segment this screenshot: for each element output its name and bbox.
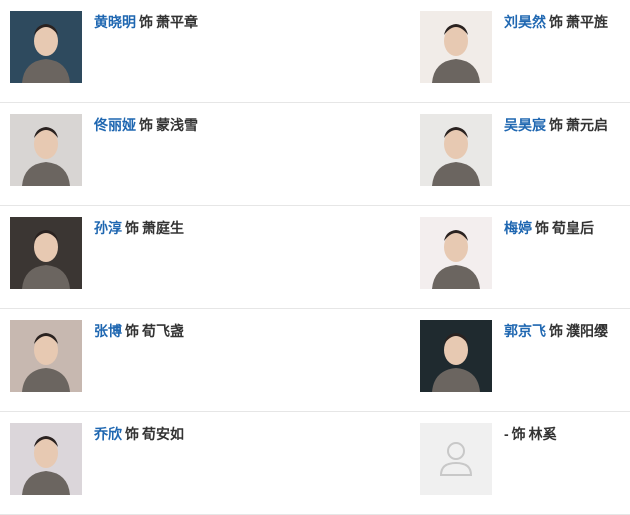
role-name: 萧庭生: [142, 220, 184, 236]
cast-row: 张博饰荀飞盏 郭京飞饰濮阳缨: [0, 309, 630, 412]
cast-card[interactable]: 张博饰荀飞盏: [10, 320, 310, 393]
as-label: 饰: [125, 323, 139, 339]
cast-row: 孙淳饰萧庭生 梅婷饰荀皇后: [0, 206, 630, 309]
person-photo-icon: [10, 217, 82, 289]
actor-photo[interactable]: [420, 217, 492, 289]
person-photo-icon: [10, 320, 82, 392]
actor-name-link[interactable]: 刘昊然: [504, 14, 546, 30]
as-label: 饰: [535, 220, 549, 236]
cast-info: 刘昊然饰萧平旌: [504, 13, 608, 31]
cast-card[interactable]: - 饰林奚: [420, 423, 625, 496]
person-photo-icon: [10, 423, 82, 495]
placeholder-avatar-icon: [420, 423, 492, 495]
actor-name-link[interactable]: 张博: [94, 323, 122, 339]
cast-row: 黄晓明饰萧平章 刘昊然饰萧平旌: [0, 0, 630, 103]
actor-photo[interactable]: [10, 320, 82, 392]
cast-card[interactable]: 乔欣饰荀安如: [10, 423, 310, 496]
cast-info: 吴昊宸饰萧元启: [504, 116, 608, 134]
actor-photo[interactable]: [420, 114, 492, 186]
role-name: 荀飞盏: [142, 323, 184, 339]
cast-card[interactable]: 孙淳饰萧庭生: [10, 217, 310, 290]
person-photo-icon: [10, 114, 82, 186]
person-photo-icon: [420, 114, 492, 186]
cast-card[interactable]: 吴昊宸饰萧元启: [420, 114, 625, 187]
actor-name-link[interactable]: 梅婷: [504, 220, 532, 236]
role-name: 濮阳缨: [566, 323, 608, 339]
role-name: 萧平章: [156, 14, 198, 30]
person-photo-icon: [420, 11, 492, 83]
as-label: 饰: [139, 14, 153, 30]
actor-name-link[interactable]: 佟丽娅: [94, 117, 136, 133]
cast-card[interactable]: 黄晓明饰萧平章: [10, 11, 310, 84]
role-name: 蒙浅雪: [156, 117, 198, 133]
cast-info: 郭京飞饰濮阳缨: [504, 322, 608, 340]
role-name: 萧平旌: [566, 14, 608, 30]
cast-row: 乔欣饰荀安如 - 饰林奚: [0, 412, 630, 515]
cast-card[interactable]: 刘昊然饰萧平旌: [420, 11, 625, 84]
as-label: 饰: [549, 323, 563, 339]
actor-name-link[interactable]: 乔欣: [94, 426, 122, 442]
role-name: 萧元启: [566, 117, 608, 133]
cast-info: - 饰林奚: [504, 425, 557, 443]
cast-info: 黄晓明饰萧平章: [94, 13, 198, 31]
person-photo-icon: [420, 217, 492, 289]
actor-photo[interactable]: [420, 11, 492, 83]
role-name: 林奚: [528, 426, 557, 442]
as-label: 饰: [511, 426, 526, 442]
cast-info: 张博饰荀飞盏: [94, 322, 184, 340]
as-label: 饰: [125, 220, 139, 236]
cast-card[interactable]: 郭京飞饰濮阳缨: [420, 320, 625, 393]
person-photo-icon: [420, 320, 492, 392]
person-photo-icon: [10, 11, 82, 83]
role-name: 荀安如: [142, 426, 184, 442]
actor-photo[interactable]: [420, 320, 492, 392]
actor-photo[interactable]: [10, 114, 82, 186]
actor-name-link[interactable]: 吴昊宸: [504, 117, 546, 133]
cast-info: 佟丽娅饰蒙浅雪: [94, 116, 198, 134]
actor-name-link[interactable]: 郭京飞: [504, 323, 546, 339]
cast-grid: 黄晓明饰萧平章 刘昊然饰萧平旌 佟丽娅饰蒙浅雪 吴昊宸饰萧元启 孙淳饰萧庭生 梅婷饰荀皇后…: [0, 0, 630, 515]
as-label: 饰: [549, 117, 563, 133]
as-label: 饰: [125, 426, 139, 442]
placeholder-photo[interactable]: [420, 423, 492, 495]
as-label: 饰: [139, 117, 153, 133]
actor-name-link: -: [504, 426, 509, 442]
actor-name-link[interactable]: 孙淳: [94, 220, 122, 236]
cast-card[interactable]: 梅婷饰荀皇后: [420, 217, 625, 290]
actor-photo[interactable]: [10, 423, 82, 495]
cast-row: 佟丽娅饰蒙浅雪 吴昊宸饰萧元启: [0, 103, 630, 206]
role-name: 荀皇后: [552, 220, 594, 236]
cast-info: 乔欣饰荀安如: [94, 425, 184, 443]
cast-info: 孙淳饰萧庭生: [94, 219, 184, 237]
cast-info: 梅婷饰荀皇后: [504, 219, 594, 237]
actor-photo[interactable]: [10, 11, 82, 83]
actor-name-link[interactable]: 黄晓明: [94, 14, 136, 30]
cast-card[interactable]: 佟丽娅饰蒙浅雪: [10, 114, 310, 187]
actor-photo[interactable]: [10, 217, 82, 289]
as-label: 饰: [549, 14, 563, 30]
